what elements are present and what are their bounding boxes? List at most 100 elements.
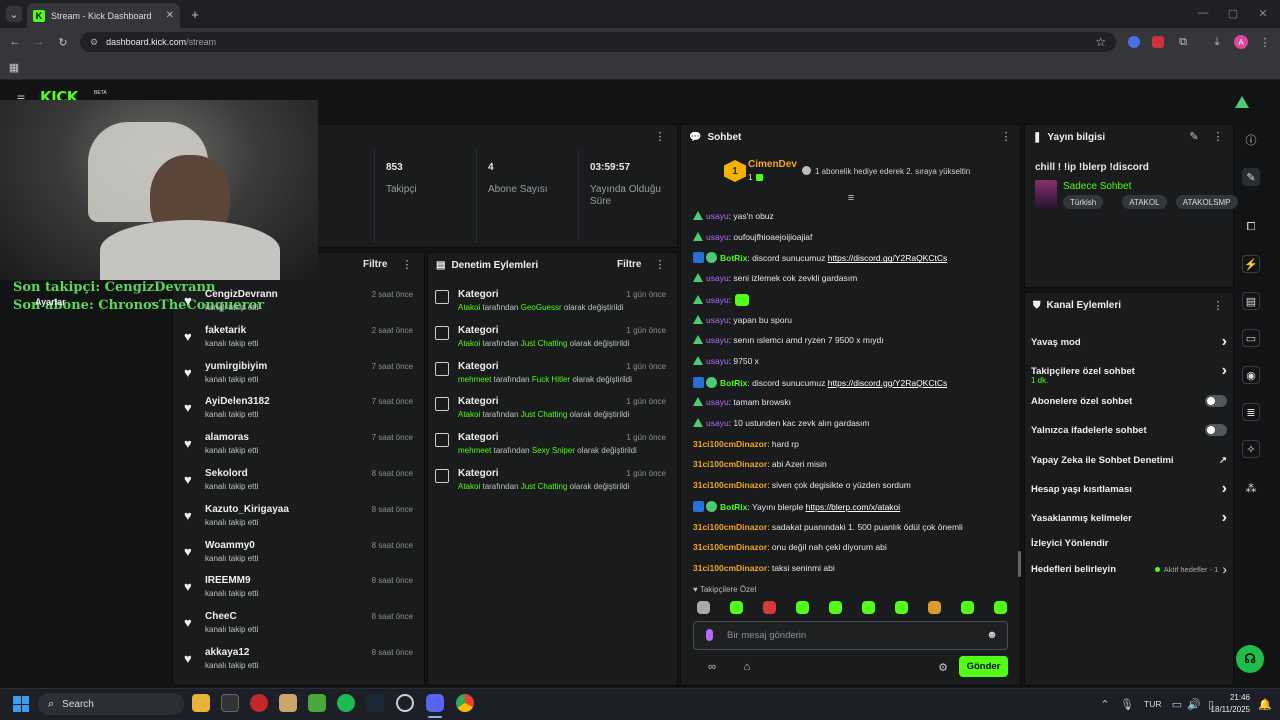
channel-action-row[interactable]: Hedefleri belirleyin Aktif hedefler - 1 › <box>1031 561 1227 577</box>
chat-username[interactable]: usayu <box>706 273 729 283</box>
chat-link[interactable]: https://blerp.com/x/atakoi <box>806 502 901 512</box>
moderation-filter-button[interactable]: Filtre <box>617 259 641 270</box>
obs-icon[interactable] <box>396 694 414 712</box>
chrome-icon[interactable] <box>456 694 474 712</box>
activity-user[interactable]: CengizDevrann <box>205 289 278 300</box>
emote-icon[interactable] <box>697 601 710 614</box>
emote-icon[interactable] <box>961 601 974 614</box>
menu-kebab-icon[interactable]: ⋮ <box>1258 35 1272 49</box>
chat-link[interactable]: https://discord.gg/Y2RaQKCtCs <box>828 378 948 388</box>
discord-icon[interactable] <box>426 694 444 712</box>
moderation-menu-icon[interactable]: ⋮ <box>654 258 666 271</box>
chat-username[interactable]: usayu <box>706 418 729 428</box>
toggle-switch[interactable] <box>1205 395 1227 407</box>
send-button[interactable]: Gönder <box>959 656 1008 677</box>
chat-username[interactable]: 31ci100cmDinazor <box>693 563 767 573</box>
reload-icon[interactable]: ↻ <box>56 35 70 49</box>
activity-user[interactable]: alamoras <box>205 432 249 443</box>
chat-username[interactable]: usayu <box>706 232 729 242</box>
tab-close-icon[interactable]: ✕ <box>166 10 174 21</box>
emote-icon[interactable] <box>928 601 941 614</box>
chat-scrollbar[interactable] <box>1018 551 1021 577</box>
profile-avatar[interactable]: A <box>1234 35 1248 49</box>
epic-games-icon[interactable] <box>221 694 239 712</box>
moderation-what[interactable]: Just Chatting <box>521 482 568 491</box>
moderation-what[interactable]: GeoGuessr <box>521 303 562 312</box>
emote-icon[interactable] <box>763 601 776 614</box>
activity-user[interactable]: AyiDelen3182 <box>205 396 270 407</box>
record-app-icon[interactable] <box>250 694 268 712</box>
channel-action-row[interactable]: Yalnızca ifadelerle sohbet <box>1031 423 1227 437</box>
chat-username[interactable]: usayu <box>706 211 729 221</box>
clipboard-icon[interactable]: ▤ <box>1242 292 1260 310</box>
chat-username[interactable]: BotRix <box>720 378 747 388</box>
notification-bell-icon[interactable]: 🔔 <box>1258 697 1272 711</box>
new-tab-button[interactable]: + <box>188 7 202 22</box>
activity-user[interactable]: IREEMM9 <box>205 575 251 586</box>
moderation-what[interactable]: Just Chatting <box>521 339 568 348</box>
channel-actions-menu-icon[interactable]: ⋮ <box>1212 299 1224 312</box>
stream-tag[interactable]: Türkish <box>1063 195 1104 209</box>
activity-user[interactable]: CheeC <box>205 611 237 622</box>
tab-search-icon[interactable]: ⌄ <box>6 6 22 22</box>
mic-tray-icon[interactable]: 🎙 <box>1120 697 1134 711</box>
taskbar-search[interactable]: ⌕ Search <box>38 693 184 715</box>
layers-icon[interactable]: ≣ <box>1242 403 1260 421</box>
chat-username[interactable]: 31ci100cmDinazor <box>693 439 767 449</box>
channel-action-row[interactable]: İzleyici Yönlendir <box>1031 536 1227 550</box>
edit-layout-icon[interactable]: ✎ <box>1242 168 1260 186</box>
package-app-icon[interactable] <box>279 694 297 712</box>
stats-menu-icon[interactable]: ⋮ <box>654 130 666 143</box>
moderation-who[interactable]: Atakoi <box>458 410 480 419</box>
windows-start-icon[interactable] <box>13 696 29 712</box>
chat-link[interactable]: https://discord.gg/Y2RaQKCtCs <box>828 253 948 263</box>
chat-username[interactable]: usayu <box>706 335 729 345</box>
chat-menu-icon[interactable]: ⋮ <box>1000 130 1012 143</box>
minimize-button[interactable]: — <box>1196 6 1210 20</box>
emote-icon[interactable] <box>862 601 875 614</box>
activity-user[interactable]: yumirgibiyim <box>205 361 267 372</box>
activity-user[interactable]: akkaya12 <box>205 647 250 658</box>
support-headset-icon[interactable]: ☊ <box>1236 645 1264 673</box>
stream-tag[interactable]: ATAKOL <box>1122 195 1167 209</box>
clock-date[interactable]: 18/11/2025 <box>1202 705 1250 714</box>
steam-icon[interactable] <box>366 694 384 712</box>
channel-action-row[interactable]: Yavaş mod › <box>1031 333 1227 350</box>
chat-username[interactable]: usayu <box>706 356 729 366</box>
clock-time[interactable]: 21:46 <box>1210 693 1250 702</box>
forward-icon[interactable]: → <box>32 35 46 49</box>
activity-filter-button[interactable]: Filtre <box>363 259 387 270</box>
emote-icon[interactable] <box>829 601 842 614</box>
stream-tag[interactable]: ATAKOLSMP <box>1175 195 1238 209</box>
spotify-icon[interactable] <box>337 694 355 712</box>
emote-icon[interactable] <box>796 601 809 614</box>
close-window-button[interactable]: ✕ <box>1256 6 1270 20</box>
chat-username[interactable]: usayu <box>706 295 729 305</box>
moderation-who[interactable]: mehmeet <box>458 375 491 384</box>
activity-user[interactable]: Woammy0 <box>205 540 255 551</box>
apps-icon[interactable]: ⁂ <box>1242 479 1260 497</box>
extensions-puzzle-icon[interactable]: ⧉ <box>1176 35 1190 49</box>
channel-action-row[interactable]: Hesap yaşı kısıtlaması › <box>1031 480 1227 497</box>
info-icon[interactable]: ⓘ <box>1242 131 1260 149</box>
screen-capture-icon[interactable]: ⧠ <box>1242 218 1260 236</box>
maximize-button[interactable]: ▢ <box>1226 6 1240 20</box>
goals-status[interactable]: Aktif hedefler - 1 › <box>1154 561 1227 577</box>
broadcast-icon[interactable]: ◉ <box>1242 366 1260 384</box>
apps-grid-icon[interactable]: ▦ <box>7 60 21 74</box>
moderation-who[interactable]: Atakoi <box>458 482 480 491</box>
chevron-down-icon[interactable]: ⌄ <box>148 296 158 306</box>
kick-creator-icon[interactable] <box>1235 96 1249 108</box>
chat-username[interactable]: 31ci100cmDinazor <box>693 542 767 552</box>
chat-settings-gear-icon[interactable]: ⚙ <box>936 660 950 674</box>
moderation-what[interactable]: Just Chatting <box>521 410 568 419</box>
activity-user[interactable]: faketarik <box>205 325 246 336</box>
edit-pencil-icon[interactable]: ✎ <box>1188 130 1200 143</box>
channel-action-row[interactable]: Yasaklanmış kelimeler › <box>1031 509 1227 526</box>
chat-bubble-side-icon[interactable]: ▭ <box>1242 329 1260 347</box>
extension-icon[interactable] <box>1128 36 1140 48</box>
chat-username[interactable]: 31ci100cmDinazor <box>693 480 767 490</box>
emote-icon[interactable] <box>994 601 1007 614</box>
moderation-who[interactable]: mehmeet <box>458 446 491 455</box>
chat-input-placeholder[interactable]: Bir mesaj gönderin <box>727 630 806 641</box>
